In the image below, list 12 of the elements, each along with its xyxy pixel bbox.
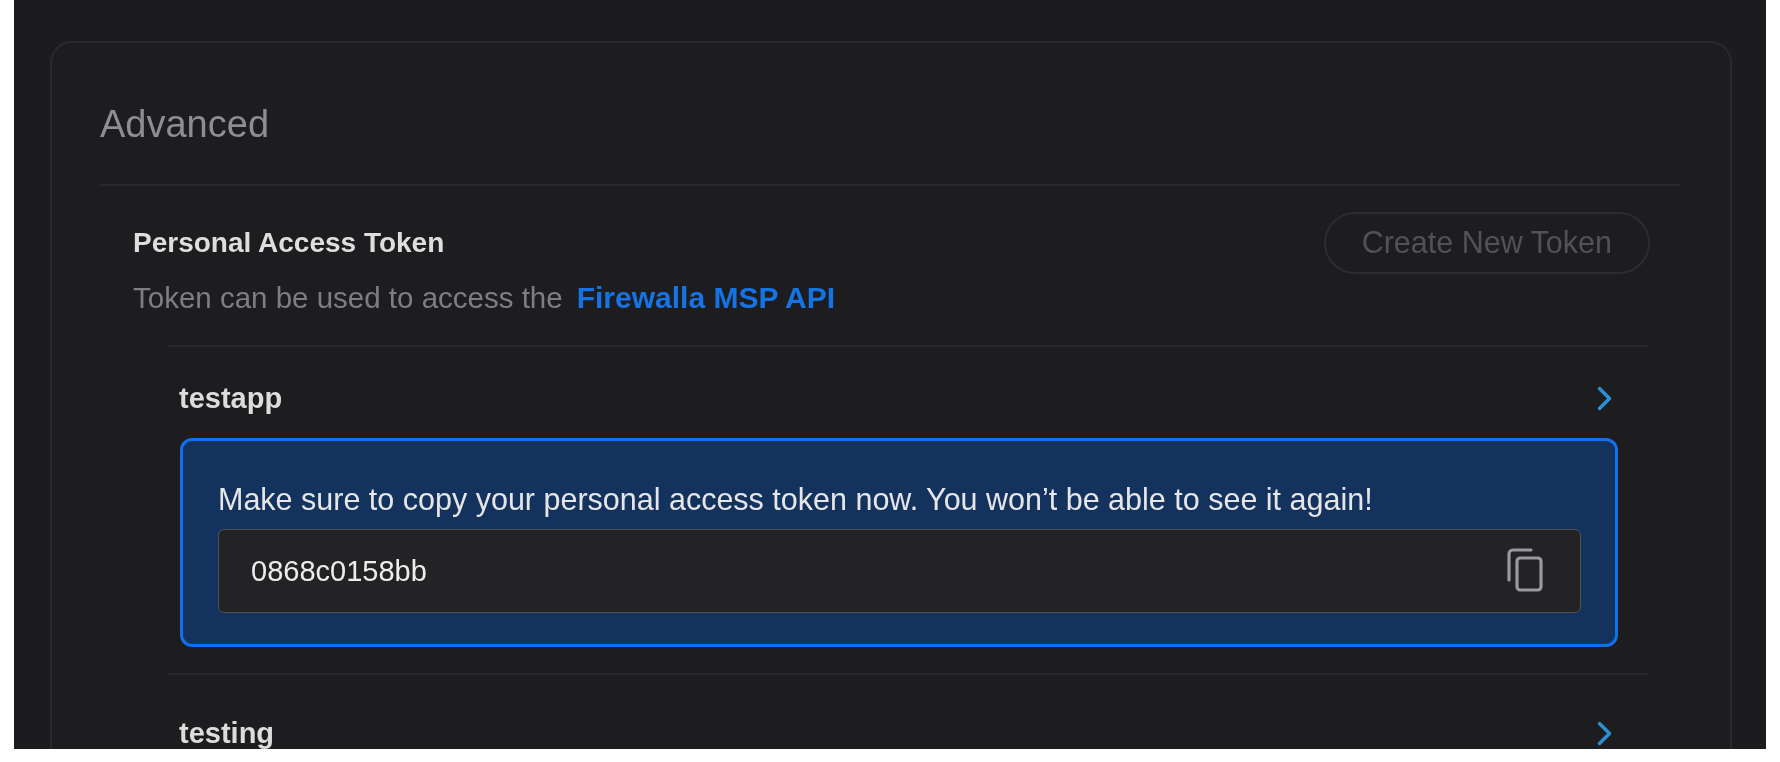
copy-button[interactable] — [1507, 548, 1543, 592]
section-title: Advanced — [100, 102, 269, 147]
token-name: testing — [179, 716, 275, 749]
token-name: testapp — [179, 381, 283, 415]
notice-message: Make sure to copy your personal access token now. You won’t be able to see it again! — [218, 482, 1373, 516]
token-field[interactable]: 0868c0158bb — [218, 529, 1581, 613]
chevron-right-icon[interactable] — [1597, 720, 1612, 746]
token-section-heading: Personal Access Token — [133, 226, 445, 260]
copy-icon — [1507, 548, 1543, 592]
chevron-right-icon[interactable] — [1597, 385, 1612, 411]
token-description: Token can be used to access the Firewalla MSP API — [133, 281, 836, 315]
api-link[interactable]: Firewalla MSP API — [576, 281, 836, 314]
